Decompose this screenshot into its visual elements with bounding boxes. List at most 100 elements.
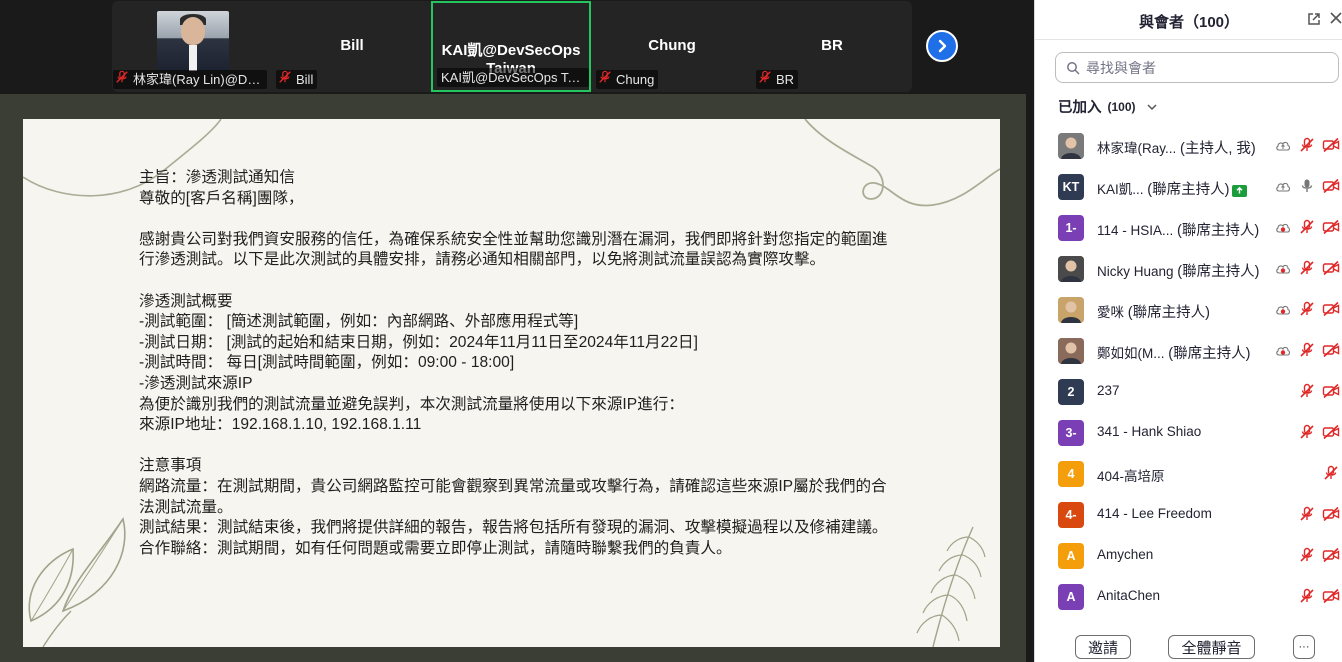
mic-off-icon[interactable] [1295,301,1319,317]
video-off-icon[interactable] [1319,301,1342,317]
participant-name-line: 114 - HSIA... (聯席主持人) [1097,219,1259,240]
participant-row[interactable]: 4 404-高培原 [1035,453,1342,494]
participant-name-line: KAI凱... (聯席主持人) [1097,178,1248,199]
avatar [1058,256,1084,282]
cloud-icon[interactable] [1271,179,1295,193]
video-tile[interactable]: 林家瑋(Ray Lin)@DevSecOps Taiwan [113,1,273,92]
participant-status-icons [1271,506,1342,522]
participant-status-icons [1271,588,1342,604]
pop-out-icon [1308,13,1320,25]
participant-name: AnitaChen [1097,588,1161,603]
participant-row[interactable]: KT KAI凱... (聯席主持人) [1035,166,1342,207]
shared-document: 主旨：滲透測試通知信 尊敬的[客戶名稱]團隊， 感謝貴公司對我們資安服務的信任，為確… [23,119,1000,647]
video-tile-label-text: BR [776,72,795,87]
video-off-icon[interactable] [1319,178,1342,194]
participant-row[interactable]: 愛咪 (聯席主持人) [1035,289,1342,330]
video-tile-label: BR [756,70,799,89]
participant-row[interactable]: 3- 341 - Hank Shiao [1035,412,1342,453]
document-line: 尊敬的[客戶名稱]團隊， [139,189,304,207]
participant-video [157,11,229,71]
panel-title: 與會者（100） [1138,14,1240,31]
participant-name: 114 - HSIA... [1097,223,1174,238]
more-options-button[interactable]: ··· [1293,635,1315,659]
participant-name-line: 愛咪 (聯席主持人) [1097,301,1210,322]
avatar: 1- [1058,215,1084,241]
avatar: KT [1058,174,1084,200]
mic-off-icon[interactable] [1295,219,1319,235]
participant-row[interactable]: 林家瑋(Ray... (主持人, 我) [1035,125,1342,166]
document-line: 合作聯絡：測試期間，如有任何問題或需要立即停止測試，請隨時聯繫我們的負責人。 [139,539,732,557]
participant-role: (聯席主持人) [1177,264,1260,280]
participant-row[interactable]: 1- 114 - HSIA... (聯席主持人) [1035,207,1342,248]
video-strip: 林家瑋(Ray Lin)@DevSecOps Taiwan Bill Bill KAI… [0,0,1033,94]
video-off-icon[interactable] [1319,260,1342,276]
mic-off-icon[interactable] [1295,588,1319,604]
cloud-icon[interactable] [1271,138,1295,152]
document-line: 網路流量：在測試期間，貴公司網路監控可能會觀察到異常流量或攻擊行為，請確認這些來… [139,477,887,516]
participant-name: 414 - Lee Freedom [1097,506,1212,521]
mic-off-icon[interactable] [1295,137,1319,153]
participant-status-icons [1271,547,1342,563]
video-tile[interactable]: Bill Bill [272,1,432,92]
participant-role: (聯席主持人) [1127,305,1210,321]
video-tile[interactable]: KAI凱@DevSecOps TaiwanKAI凱@DevSecOps Taiw… [431,1,591,92]
participant-role: (聯席主持人) [1168,346,1251,362]
video-off-icon[interactable] [1319,137,1342,153]
document-line: -測試時間： 每日[測試時間範圍，例如：09:00 - 18:00] [139,354,515,372]
mic-off-icon [758,70,772,89]
cloud-record-icon[interactable] [1271,220,1295,234]
participant-row[interactable]: A Amychen [1035,535,1342,576]
avatar [1058,338,1084,364]
participant-list: 林家瑋(Ray... (主持人, 我) KT KAI凱... (聯席主持人) 1- 11… [1035,125,1342,617]
invite-button[interactable]: 邀請 [1075,635,1131,659]
mic-off-icon[interactable] [1295,260,1319,276]
next-page-button[interactable] [926,30,958,62]
video-tile-label: KAI凱@DevSecOps Taiwan [437,68,589,87]
mic-off-icon[interactable] [1295,342,1319,358]
participant-row[interactable]: 2 237 [1035,371,1342,412]
participant-row[interactable]: 4- 414 - Lee Freedom [1035,494,1342,535]
video-off-icon[interactable] [1319,383,1342,399]
document-line: 注意事項 [139,457,202,475]
mute-all-button[interactable]: 全體靜音 [1168,635,1255,659]
search-input[interactable] [1086,59,1326,76]
cloud-record-icon[interactable] [1271,343,1295,357]
video-off-icon[interactable] [1319,219,1342,235]
video-off-icon[interactable] [1319,424,1342,440]
participants-panel: 與會者（100） 已加入 (100) 林家瑋(Ray... (主持人, 我) KT… [1034,0,1342,662]
joined-label: 已加入 [1058,100,1102,116]
cloud-record-icon[interactable] [1271,261,1295,275]
document-line: -測試範圍： [簡述測試範圍，例如：內部網路、外部應用程式等] [139,313,579,331]
participant-name: 237 [1097,383,1120,398]
participant-name-line: Amychen [1097,547,1153,562]
mic-off-icon[interactable] [1295,424,1319,440]
mic-off-icon [598,70,612,89]
video-tile[interactable]: Chung Chung [592,1,752,92]
screen-share-area: 主旨：滲透測試通知信 尊敬的[客戶名稱]團隊， 感謝貴公司對我們資安服務的信任，為確… [0,94,1026,662]
participant-row[interactable]: 鄭如如(M... (聯席主持人) [1035,330,1342,371]
participant-name: 鄭如如(M... [1097,346,1165,361]
panel-header: 與會者（100） [1035,0,1342,40]
mic-off-icon[interactable] [1319,465,1342,481]
participant-search[interactable] [1055,52,1339,83]
mic-off-icon[interactable] [1295,547,1319,563]
participant-row[interactable]: A AnitaChen [1035,576,1342,617]
video-off-icon[interactable] [1319,506,1342,522]
close-panel-button[interactable] [1329,11,1342,30]
participant-name-line: AnitaChen [1097,588,1160,603]
video-off-icon[interactable] [1319,588,1342,604]
pop-out-button[interactable] [1307,12,1321,31]
joined-section-toggle[interactable]: 已加入 (100) [1058,96,1158,117]
mic-off-icon[interactable] [1295,383,1319,399]
cloud-record-icon[interactable] [1271,302,1295,316]
mic-off-icon[interactable] [1295,506,1319,522]
participant-row[interactable]: Nicky Huang (聯席主持人) [1035,248,1342,289]
video-tile[interactable]: BR BR [752,1,912,92]
participant-name-line: 鄭如如(M... (聯席主持人) [1097,342,1250,363]
video-off-icon[interactable] [1319,342,1342,358]
decorative-leaves-icon [28,517,126,647]
close-icon [1330,12,1342,24]
avatar: 3- [1058,420,1084,446]
video-off-icon[interactable] [1319,547,1342,563]
mic-on-icon[interactable] [1295,178,1319,194]
